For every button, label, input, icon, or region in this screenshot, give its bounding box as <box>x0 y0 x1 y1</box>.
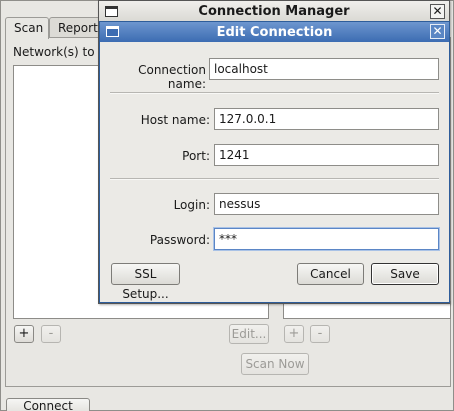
edit-button[interactable]: Edit... <box>229 324 269 344</box>
separator <box>110 92 439 94</box>
password-field[interactable] <box>214 228 439 250</box>
port-label: Port: <box>182 149 210 163</box>
right-remove-button[interactable]: - <box>310 325 330 343</box>
host-name-field[interactable] <box>214 108 439 130</box>
connect-button[interactable]: Connect <box>6 398 90 411</box>
save-button[interactable]: Save <box>371 263 439 285</box>
ssl-setup-button[interactable]: SSL Setup... <box>111 263 180 301</box>
connection-manager-title: Connection Manager <box>198 4 350 19</box>
left-add-button[interactable]: + <box>14 325 34 343</box>
edit-connection-title: Edit Connection <box>216 25 333 40</box>
connection-name-label: Connection name: <box>138 63 206 91</box>
tab-report[interactable]: Report <box>49 17 103 38</box>
tab-scan-label: Scan <box>14 21 44 35</box>
host-name-label: Host name: <box>140 113 210 127</box>
port-field[interactable] <box>214 144 439 166</box>
right-add-button[interactable]: + <box>284 325 304 343</box>
separator <box>110 178 439 180</box>
close-icon[interactable]: ✕ <box>430 24 445 39</box>
tab-scan[interactable]: Scan <box>5 17 49 39</box>
networks-label: Network(s) to sc <box>13 45 112 59</box>
edit-connection-dialog: Edit Connection ✕ Connection name: Host … <box>99 21 450 303</box>
cancel-button[interactable]: Cancel <box>297 263 364 285</box>
connection-name-field[interactable] <box>209 58 439 80</box>
login-label: Login: <box>173 198 210 212</box>
scan-now-button[interactable]: Scan Now <box>241 353 309 375</box>
login-field[interactable] <box>214 193 439 215</box>
edit-connection-titlebar[interactable]: Edit Connection ✕ <box>100 22 449 42</box>
close-icon[interactable]: ✕ <box>430 4 445 19</box>
connection-manager-titlebar[interactable]: Connection Manager ✕ <box>99 1 449 23</box>
password-label: Password: <box>149 233 210 247</box>
left-remove-button[interactable]: - <box>41 325 61 343</box>
tab-report-label: Report <box>58 21 98 35</box>
